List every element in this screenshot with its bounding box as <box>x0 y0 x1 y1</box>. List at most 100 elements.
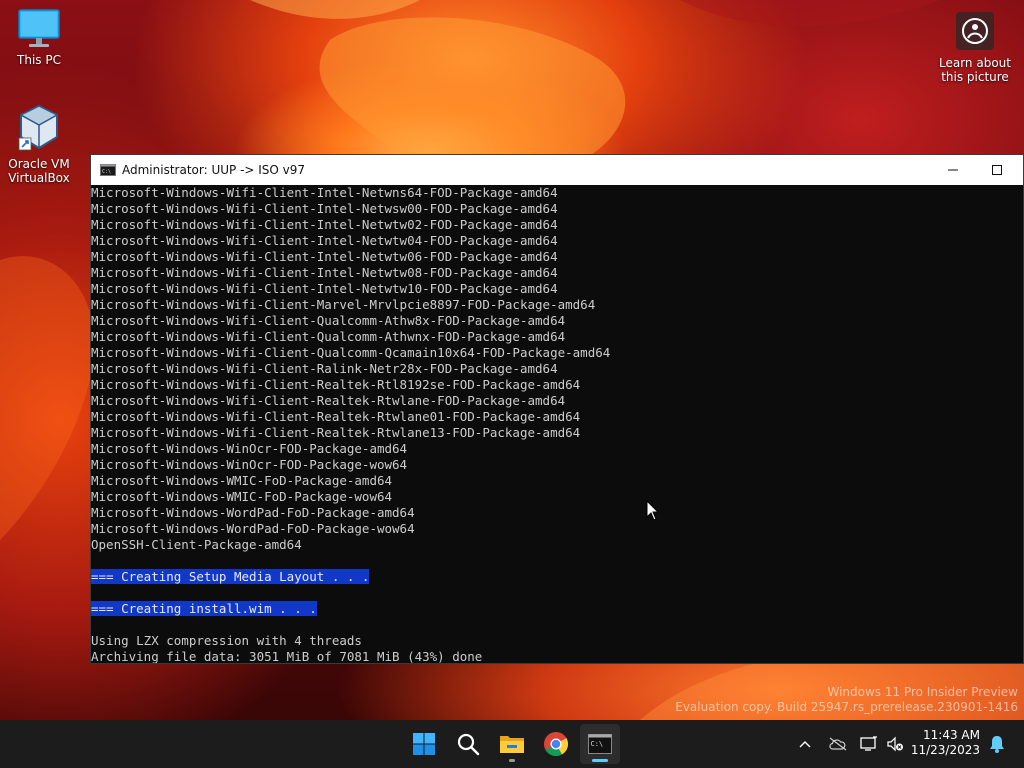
evaluation-watermark: Windows 11 Pro Insider Preview Evaluatio… <box>675 685 1018 715</box>
svg-text:C:\: C:\ <box>591 740 604 748</box>
console-line: Microsoft-Windows-Wifi-Client-Intel-Netw… <box>91 185 1023 201</box>
watermark-build: Evaluation copy. Build 25947.rs_prerelea… <box>675 700 1018 714</box>
console-line: Microsoft-Windows-WinOcr-FOD-Package-wow… <box>91 457 1023 473</box>
console-line-text: Microsoft-Windows-Wifi-Client-Intel-Netw… <box>91 233 558 248</box>
console-line: Microsoft-Windows-WMIC-FoD-Package-wow64 <box>91 489 1023 505</box>
console-line: Microsoft-Windows-Wifi-Client-Qualcomm-A… <box>91 313 1023 329</box>
console-line-text: Microsoft-Windows-Wifi-Client-Realtek-Rt… <box>91 377 581 392</box>
console-line-text: Using LZX compression with 4 threads <box>91 633 362 648</box>
console-line: Microsoft-Windows-Wifi-Client-Intel-Netw… <box>91 281 1023 297</box>
desktop-icon-label-line1: Oracle VM <box>8 157 70 171</box>
console-line-text: Microsoft-Windows-WordPad-FoD-Package-am… <box>91 505 415 520</box>
console-line: Microsoft-Windows-WordPad-FoD-Package-wo… <box>91 521 1023 537</box>
console-line: Microsoft-Windows-Wifi-Client-Realtek-Rt… <box>91 409 1023 425</box>
window-titlebar[interactable]: C:\ Administrator: UUP -> ISO v97 <box>91 155 1023 185</box>
console-line: Using LZX compression with 4 threads <box>91 633 1023 649</box>
start-button[interactable] <box>404 724 444 764</box>
terminal-button[interactable]: C:\ <box>580 724 620 764</box>
notifications-button[interactable] <box>986 720 1008 768</box>
camera-info-icon <box>962 18 988 44</box>
desktop-icon-this-pc[interactable]: This PC <box>8 8 70 67</box>
maximize-button[interactable] <box>975 155 1019 185</box>
onedrive-tray-button[interactable] <box>826 720 850 768</box>
file-explorer-button[interactable] <box>492 724 532 764</box>
console-line: Microsoft-Windows-WordPad-FoD-Package-am… <box>91 505 1023 521</box>
cloud-offline-icon <box>829 737 847 751</box>
console-line-text: Microsoft-Windows-WMIC-FoD-Package-wow64 <box>91 489 393 504</box>
console-line: Microsoft-Windows-Wifi-Client-Realtek-Rt… <box>91 377 1023 393</box>
console-line-text: Microsoft-Windows-Wifi-Client-Intel-Netw… <box>91 217 558 232</box>
search-icon <box>457 733 480 756</box>
show-hidden-icons-button[interactable] <box>794 720 816 768</box>
console-window[interactable]: C:\ Administrator: UUP -> ISO v97 Micros… <box>90 154 1024 664</box>
desktop-icon-label-line2: VirtualBox <box>8 171 70 185</box>
console-line-text: Microsoft-Windows-Wifi-Client-Qualcomm-A… <box>91 329 566 344</box>
console-line-text: Microsoft-Windows-WinOcr-FOD-Package-wow… <box>91 457 408 472</box>
console-line: Microsoft-Windows-WMIC-FoD-Package-amd64 <box>91 473 1023 489</box>
console-line-text: Microsoft-Windows-Wifi-Client-Qualcomm-Q… <box>91 345 611 360</box>
console-line-text: Microsoft-Windows-Wifi-Client-Intel-Netw… <box>91 265 558 280</box>
console-line-text: Microsoft-Windows-Wifi-Client-Realtek-Rt… <box>91 393 566 408</box>
console-line-text: Microsoft-Windows-Wifi-Client-Intel-Netw… <box>91 201 558 216</box>
console-line: Microsoft-Windows-Wifi-Client-Qualcomm-A… <box>91 329 1023 345</box>
console-line: OpenSSH-Client-Package-amd64 <box>91 537 1023 553</box>
console-line-text: Microsoft-Windows-WinOcr-FOD-Package-amd… <box>91 441 408 456</box>
console-line-text: Archiving file data: 3051 MiB of 7081 Mi… <box>91 649 483 663</box>
mouse-cursor-icon <box>646 500 660 521</box>
console-line-text: Microsoft-Windows-Wifi-Client-Intel-Netw… <box>91 281 558 296</box>
chrome-button[interactable] <box>536 724 576 764</box>
console-line: === Creating Setup Media Layout . . . <box>91 569 1023 585</box>
console-line-text-selected: === Creating Setup Media Layout . . . <box>91 569 370 584</box>
console-line: Microsoft-Windows-Wifi-Client-Intel-Netw… <box>91 249 1023 265</box>
console-line: Microsoft-Windows-Wifi-Client-Realtek-Rt… <box>91 393 1023 409</box>
spotlight-label-line1: Learn about <box>939 56 1011 70</box>
console-line: Microsoft-Windows-Wifi-Client-Marvel-Mrv… <box>91 297 1023 313</box>
console-line: Microsoft-Windows-Wifi-Client-Intel-Netw… <box>91 233 1023 249</box>
taskbar: C:\ 11:43 AM 11/23/2023 <box>0 720 1024 768</box>
spotlight-learn-about-picture[interactable]: Learn about this picture <box>936 12 1014 84</box>
chrome-icon <box>544 732 569 757</box>
monitor-icon <box>18 9 60 47</box>
console-line: Microsoft-Windows-Wifi-Client-Ralink-Net… <box>91 361 1023 377</box>
console-output[interactable]: Microsoft-Windows-Wifi-Client-Intel-Netw… <box>91 185 1023 663</box>
console-line: Archiving file data: 3051 MiB of 7081 Mi… <box>91 649 1023 663</box>
minimize-button[interactable] <box>931 155 975 185</box>
network-icon <box>860 736 877 751</box>
clock-date: 11/23/2023 <box>910 743 980 757</box>
cmd-icon: C:\ <box>100 164 116 176</box>
virtualbox-icon <box>18 104 59 151</box>
console-line: Microsoft-Windows-Wifi-Client-Intel-Netw… <box>91 265 1023 281</box>
running-indicator <box>509 759 515 762</box>
console-line-text: Microsoft-Windows-Wifi-Client-Realtek-Rt… <box>91 425 581 440</box>
console-line: === Creating install.wim . . . <box>91 601 1023 617</box>
console-line-text: Microsoft-Windows-WMIC-FoD-Package-amd64 <box>91 473 393 488</box>
active-indicator <box>592 759 608 762</box>
console-line-text: Microsoft-Windows-WordPad-FoD-Package-wo… <box>91 521 415 536</box>
svg-text:C:\: C:\ <box>102 169 111 175</box>
windows-logo-icon <box>413 733 435 755</box>
console-line: Microsoft-Windows-Wifi-Client-Intel-Netw… <box>91 201 1023 217</box>
desktop-icon-label: This PC <box>17 53 61 67</box>
maximize-icon <box>992 165 1002 175</box>
clock-time: 11:43 AM <box>923 728 980 742</box>
taskbar-clock[interactable]: 11:43 AM 11/23/2023 <box>911 728 980 758</box>
window-title: Administrator: UUP -> ISO v97 <box>122 163 306 177</box>
desktop-icon-virtualbox[interactable]: Oracle VM VirtualBox <box>6 104 72 185</box>
console-line-text: Microsoft-Windows-Wifi-Client-Ralink-Net… <box>91 361 558 376</box>
console-line-text: Microsoft-Windows-Wifi-Client-Marvel-Mrv… <box>91 297 596 312</box>
network-tray-button[interactable] <box>858 720 880 768</box>
volume-tray-button[interactable] <box>884 720 906 768</box>
console-line-text: Microsoft-Windows-Wifi-Client-Realtek-Rt… <box>91 409 581 424</box>
console-line-text-selected: === Creating install.wim . . . <box>91 601 317 616</box>
console-icon: C:\ <box>588 734 612 754</box>
search-button[interactable] <box>448 724 488 764</box>
console-line: Microsoft-Windows-Wifi-Client-Intel-Netw… <box>91 217 1023 233</box>
folder-icon <box>500 736 524 753</box>
console-line: Microsoft-Windows-WinOcr-FOD-Package-amd… <box>91 441 1023 457</box>
minimize-icon <box>948 169 958 171</box>
console-line-text: Microsoft-Windows-Wifi-Client-Intel-Netw… <box>91 185 558 200</box>
console-line-text: Microsoft-Windows-Wifi-Client-Intel-Netw… <box>91 249 558 264</box>
